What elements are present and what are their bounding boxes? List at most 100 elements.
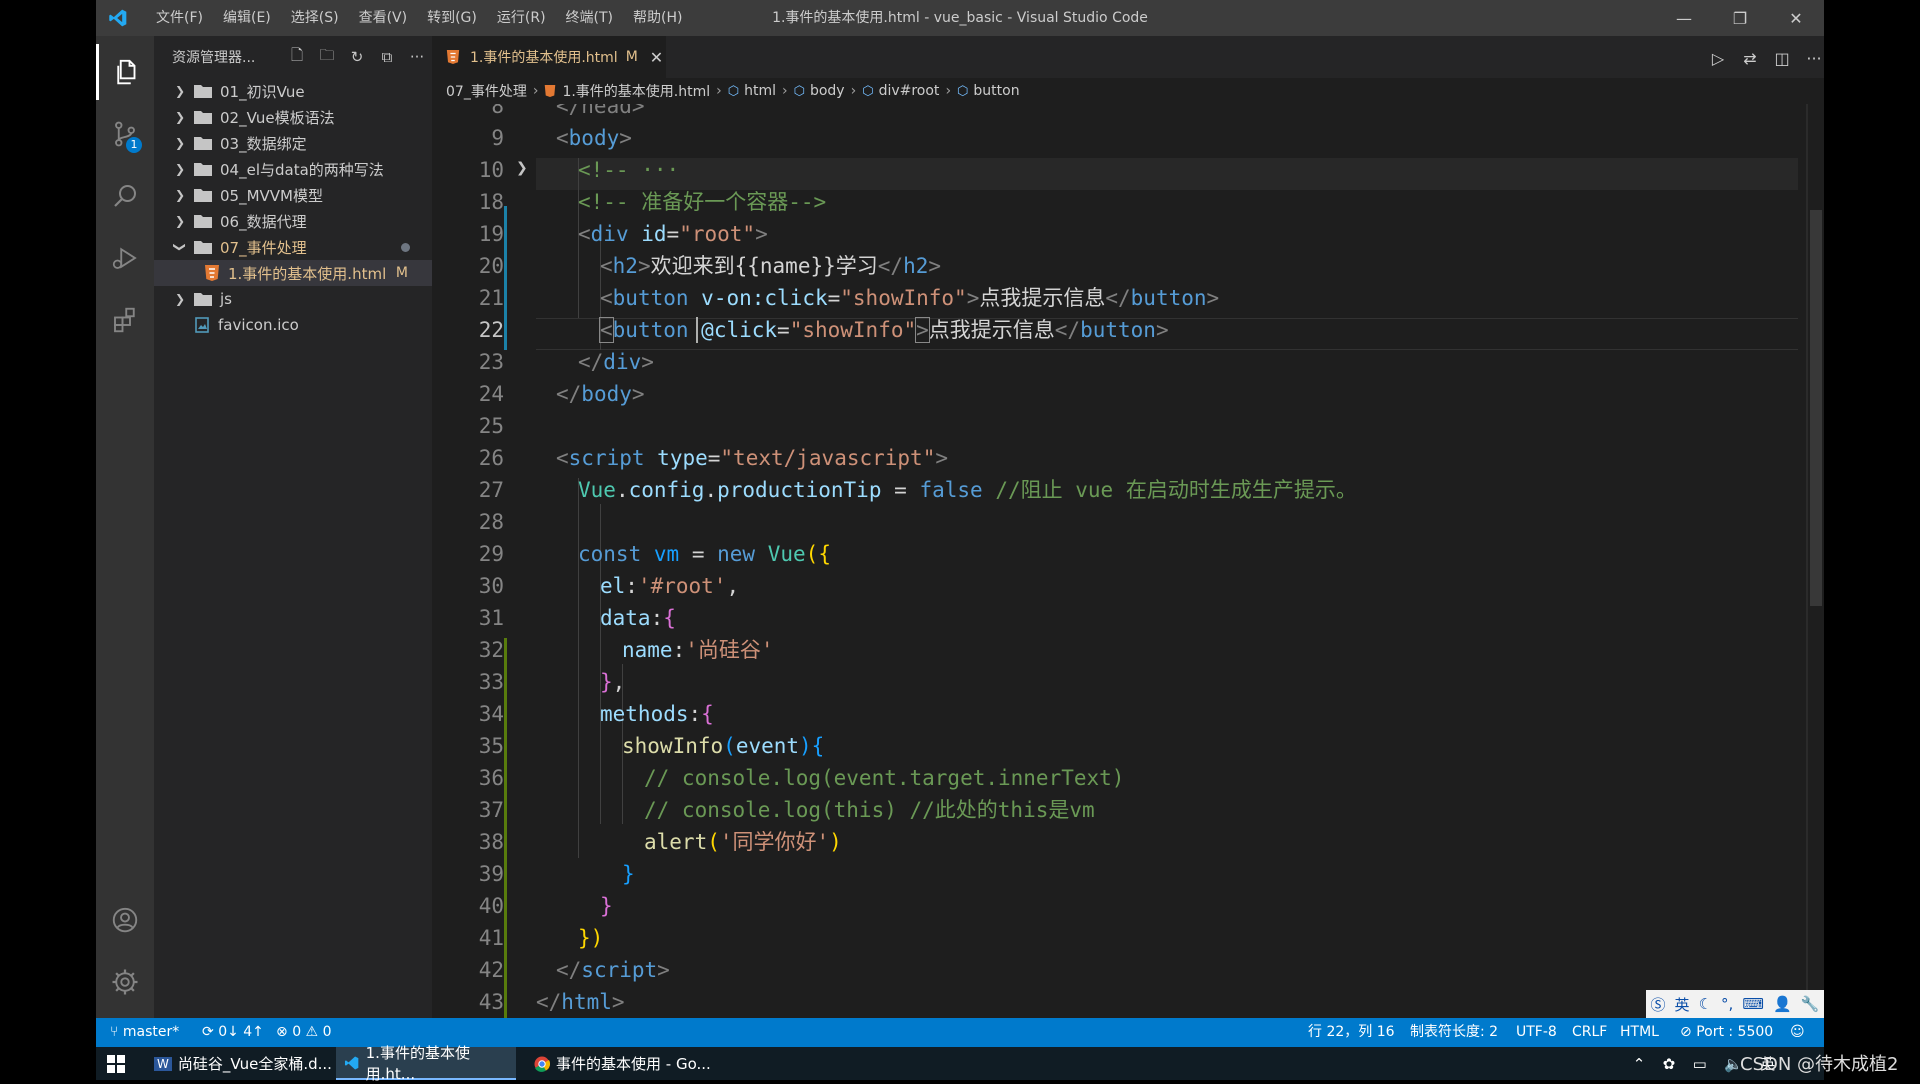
menu-edit[interactable]: 编辑(E) [213, 0, 281, 36]
tab-size[interactable]: 制表符长度: 2 [1410, 1018, 1498, 1047]
line-number: 36 [478, 766, 504, 790]
breadcrumb-file[interactable]: 1.事件的基本使用.html [562, 81, 710, 101]
run-debug-button[interactable] [96, 230, 154, 286]
scm-count-badge: 1 [126, 137, 142, 153]
new-folder-button[interactable]: 🗀 [312, 42, 342, 72]
problems-status[interactable]: ⊗ 0 ⚠ 0 [276, 1018, 331, 1047]
play-icon: ▷ [1711, 48, 1725, 68]
symbol-element-icon: ⬡ [862, 83, 874, 99]
tree-file-active[interactable]: 1.事件的基本使用.html M [154, 260, 432, 286]
feedback-button[interactable]: ☺ [1790, 1018, 1805, 1047]
tab-modified-badge: M [625, 49, 638, 65]
menu-help[interactable]: 帮助(H) [623, 0, 692, 36]
fold-chevron-icon[interactable]: ❯ [516, 160, 528, 176]
menu-run[interactable]: 运行(R) [487, 0, 556, 36]
menu-terminal[interactable]: 终端(T) [556, 0, 623, 36]
accounts-button[interactable] [96, 892, 154, 948]
refresh-icon: ↻ [350, 48, 364, 66]
git-added-gutter [504, 638, 507, 1018]
breadcrumb-button[interactable]: button [973, 83, 1019, 99]
search-button[interactable] [96, 168, 154, 224]
tree-folder-js[interactable]: ❯ js [154, 286, 432, 312]
ime-language[interactable]: 英 [1675, 994, 1690, 1015]
restore-button[interactable]: ❐ [1712, 0, 1768, 36]
code-line-current: <button @click="showInfo">点我提示信息</button… [599, 317, 1169, 343]
tree-folder-06[interactable]: ❯ 06_数据代理 [154, 208, 432, 234]
line-number: 31 [478, 606, 504, 630]
code-line: data:{ [600, 606, 676, 630]
tab-active-file[interactable]: 1.事件的基本使用.html M ✕ [432, 36, 666, 78]
new-file-button[interactable]: 🗋 [282, 42, 312, 72]
punctuation-icon[interactable]: °, [1721, 995, 1733, 1013]
user-icon[interactable]: 👤 [1773, 995, 1792, 1013]
menu-file[interactable]: 文件(F) [146, 0, 213, 36]
tree-folder-02[interactable]: ❯ 02_Vue模板语法 [154, 104, 432, 130]
folder-open-icon [194, 241, 212, 254]
line-number: 19 [478, 222, 504, 246]
minimize-icon: — [1676, 8, 1692, 28]
sync-status[interactable]: ⟳ 0↓ 4↑ [202, 1018, 264, 1047]
vertical-scrollbar[interactable] [1808, 104, 1824, 1018]
branch-label: master* [122, 1024, 180, 1040]
refresh-button[interactable]: ↻ [342, 42, 372, 72]
code-editor[interactable]: ❯ 8 9 10 18 19 20 21 22 23 24 25 26 27 2… [432, 104, 1824, 1018]
explorer-button[interactable] [96, 44, 154, 100]
breadcrumb-body[interactable]: body [810, 83, 845, 99]
tree-label: 06_数据代理 [220, 212, 307, 231]
more-actions-button[interactable]: ··· [402, 42, 432, 72]
settings-button[interactable] [96, 954, 154, 1010]
tree-folder-03[interactable]: ❯ 03_数据绑定 [154, 130, 432, 156]
collapse-all-button[interactable]: ⧉ [372, 42, 402, 72]
no-entry-icon: ⊘ [1680, 1024, 1697, 1040]
battery-icon[interactable]: ▭ [1693, 1055, 1707, 1073]
moon-icon[interactable]: ☾ [1699, 995, 1712, 1013]
code-token: // console.log(event.target.innerText) [644, 766, 1125, 790]
code-token: </head> [556, 104, 645, 118]
tree-file-favicon[interactable]: favicon.ico [154, 312, 432, 338]
wrench-icon[interactable]: 🔧 [1801, 995, 1820, 1013]
code-line: } [622, 862, 635, 886]
symbol-element-icon: ⬡ [727, 83, 740, 99]
breadcrumb-html[interactable]: html [744, 83, 776, 99]
taskbar-vscode[interactable]: 1.事件的基本使用.ht... [336, 1044, 516, 1083]
split-editor-button[interactable]: ◫ [1766, 42, 1798, 74]
start-button[interactable] [96, 1047, 136, 1080]
editor-more-button[interactable]: ··· [1798, 42, 1824, 74]
code-token: '尚硅谷' [685, 638, 774, 662]
menu-go[interactable]: 转到(G) [417, 0, 487, 36]
encoding[interactable]: UTF-8 [1516, 1018, 1557, 1047]
chevron-up-icon[interactable]: ⌃ [1633, 1055, 1646, 1073]
extensions-button[interactable] [96, 292, 154, 348]
open-changes-button[interactable]: ⇄ [1734, 42, 1766, 74]
compare-changes-icon: ⇄ [1743, 48, 1757, 68]
breadcrumb-folder[interactable]: 07_事件处理 [446, 81, 527, 101]
editor-tabs: 1.事件的基本使用.html M ✕ ▷ ⇄ ◫ ··· [432, 36, 1824, 78]
tree-folder-05[interactable]: ❯ 05_MVVM模型 [154, 182, 432, 208]
tab-close-icon[interactable]: ✕ [650, 48, 663, 67]
taskbar-chrome[interactable]: 事件的基本使用 - Go... [526, 1047, 720, 1080]
run-file-button[interactable]: ▷ [1702, 42, 1734, 74]
menu-view[interactable]: 查看(V) [349, 0, 418, 36]
keyboard-icon[interactable]: ⌨ [1742, 995, 1764, 1013]
language-mode[interactable]: HTML [1620, 1018, 1659, 1047]
live-server-port[interactable]: ⊘ Port : 5500 [1680, 1018, 1773, 1047]
taskbar-word[interactable]: W 尚硅谷_Vue全家桶.d... [146, 1047, 334, 1080]
line-number: 27 [478, 478, 504, 502]
tree-folder-01[interactable]: ❯ 01_初识Vue [154, 78, 432, 104]
cursor-position[interactable]: 行 22，列 16 [1308, 1018, 1395, 1047]
menu-selection[interactable]: 选择(S) [281, 0, 349, 36]
close-window-button[interactable]: ✕ [1768, 0, 1824, 36]
status-bar: ⑂ master* ⟳ 0↓ 4↑ ⊗ 0 ⚠ 0 行 22，列 16 制表符长… [96, 1018, 1824, 1047]
folder-icon [194, 137, 212, 150]
git-branch-status[interactable]: ⑂ master* [110, 1018, 179, 1047]
explorer-header: 资源管理器... 🗋 🗀 ↻ ⧉ ··· [154, 36, 432, 78]
tree-folder-07[interactable]: ❯ 07_事件处理 [154, 234, 432, 260]
flower-app-icon[interactable]: ✿ [1663, 1055, 1676, 1073]
breadcrumb-div[interactable]: div#root [879, 83, 940, 99]
minimize-button[interactable]: — [1656, 0, 1712, 36]
tree-folder-04[interactable]: ❯ 04_el与data的两种写法 [154, 156, 432, 182]
line-number: 24 [478, 382, 504, 406]
scrollbar-thumb[interactable] [1810, 210, 1822, 606]
line-ending[interactable]: CRLF [1572, 1018, 1607, 1047]
source-control-button[interactable]: 1 [96, 106, 154, 162]
